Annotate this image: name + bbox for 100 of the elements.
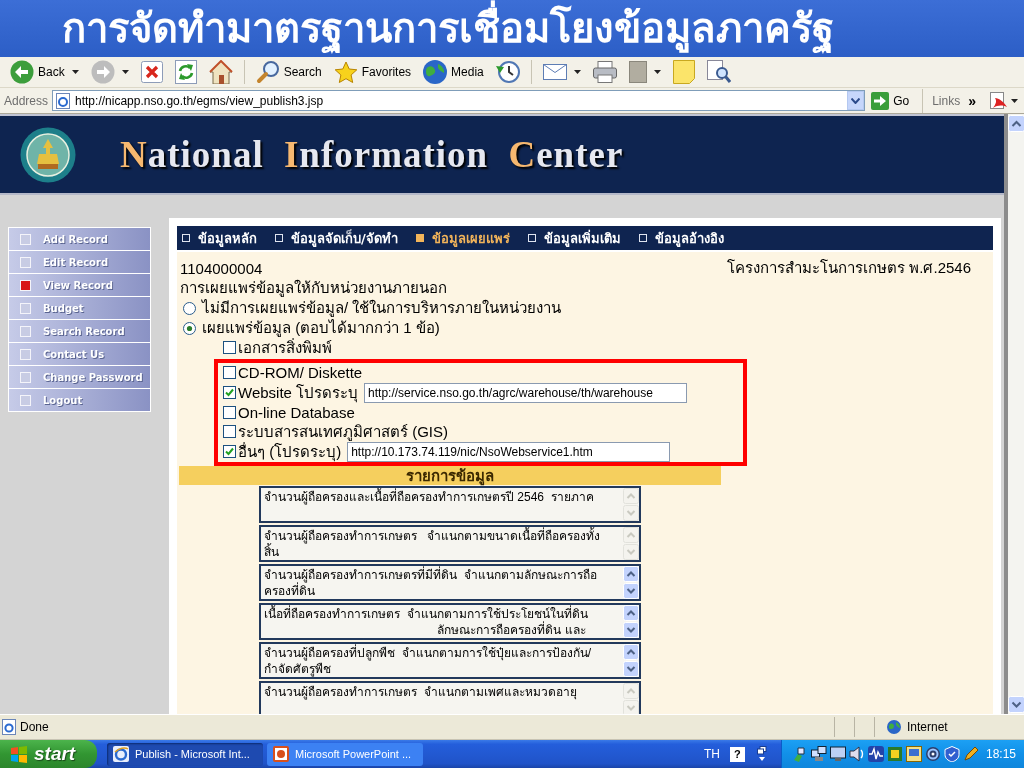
checkbox-label: CD-ROM/ Diskette (238, 364, 363, 381)
square-marker-icon (20, 394, 31, 406)
language-indicator[interactable]: TH (703, 747, 720, 761)
slide-title: การจัดทำมาตรฐานการเชื่อมโยงข้อมูลภาครัฐ (0, 0, 1024, 57)
status-text: Done (20, 720, 49, 734)
square-marker-icon (20, 371, 31, 383)
clock: 18:15 (985, 747, 1016, 761)
text-area-field[interactable]: จำนวนผู้ถือครองทำการเกษตร จำแนกตามเพศและหมวดอายุ (259, 681, 641, 714)
search-icon (255, 60, 280, 84)
checkbox[interactable] (223, 341, 236, 354)
tab[interactable]: ข้อมูลเผยแพร่ (415, 227, 510, 249)
note-icon (672, 60, 695, 84)
square-marker-icon (182, 234, 190, 242)
checkbox[interactable] (223, 386, 236, 399)
radio-label: เผยแพร่ข้อมูล (ตอบได้มากกว่า 1 ข้อ) (202, 318, 440, 338)
cross-icon (140, 61, 163, 83)
start-button[interactable]: start (0, 740, 97, 768)
refresh-icon (174, 60, 197, 84)
square-marker-icon (415, 234, 424, 242)
address-field[interactable]: http://nicapp.nso.go.th/egms/view_publish3.jsp (52, 90, 866, 111)
caret-icon (1011, 98, 1018, 103)
text-area-field[interactable]: จำนวนผู้ถือครองทำการเกษตรที่มีที่ดิน จำแนกตามลักษณะการถือ ครองที่ดิน (259, 564, 641, 601)
text-area-field[interactable]: จำนวนผู้ถือครองทำการเกษตร จำแนกตามขนาดเนื้อที่ถือครองทั้ง สิ้น (259, 525, 641, 562)
chevron-down-icon (851, 97, 861, 104)
ring-icon[interactable] (924, 746, 941, 762)
page-icon (55, 92, 72, 109)
square-marker-icon (20, 233, 31, 245)
pencil-icon[interactable] (962, 746, 979, 762)
taskbar-button[interactable]: Microsoft PowerPoint ... (267, 742, 423, 766)
list-heading-bar: รายการข้อมูล (179, 466, 721, 485)
magnifier-page-icon (706, 60, 731, 84)
printer-icon (592, 61, 617, 83)
question-label: การเผยแพร่ข้อมูลให้กับหน่วยงานภายนอก (180, 278, 447, 299)
page-icon (628, 61, 647, 83)
browser-icon (113, 746, 129, 762)
speaker-icon[interactable] (848, 746, 865, 762)
back-button[interactable]: Back (6, 58, 83, 86)
checkbox[interactable] (223, 406, 236, 419)
globe-icon (887, 720, 901, 734)
square-marker-icon (20, 325, 31, 337)
text-area-field[interactable]: จำนวนผู้ถือครองที่ปลูกพืช จำแนกตามการใช้ปุ๋ยและการป้องกัน/ กำจัดศัตรูพืช (259, 642, 641, 679)
globe-icon (423, 60, 448, 84)
security-zone-label: Internet (907, 720, 948, 734)
checkbox-label: อื่นๆ (โปรดระบุ) (238, 441, 342, 464)
seal-logo-icon (20, 126, 76, 183)
favorites-button[interactable]: Favorites (329, 58, 416, 86)
network-icon[interactable] (791, 746, 808, 762)
search-button[interactable]: Search (251, 58, 326, 86)
checkbox-label: On-line Database (238, 404, 355, 421)
window-icon[interactable] (905, 746, 922, 762)
checkbox-label: Website โปรดระบุ (238, 382, 359, 405)
computers-icon[interactable] (810, 746, 827, 762)
go-button[interactable]: Go (869, 91, 916, 110)
text-area-field[interactable]: เนื้อที่ถือครองทำการเกษตร จำแนกตามการใช้ประโยชน์ในที่ดิน ลักษณะการถือครองที่ดิน และ (259, 603, 641, 640)
checkbox-label: ระบบสารสนเทศภูมิศาสตร์ (GIS) (238, 421, 448, 442)
presentation-icon (273, 746, 289, 762)
monitor-icon[interactable] (829, 746, 846, 762)
document-icon (990, 91, 1008, 110)
chip-icon[interactable] (886, 746, 903, 762)
square-marker-icon (527, 234, 536, 242)
square-marker-icon (20, 348, 31, 360)
caret-icon (71, 70, 79, 74)
checkbox[interactable] (223, 366, 236, 379)
site-title: National Information Center (120, 133, 624, 176)
caret-icon (121, 70, 129, 74)
links-more-button[interactable]: » (964, 92, 980, 109)
caret-icon (573, 70, 581, 74)
house-icon (208, 60, 233, 84)
restore-icon[interactable] (756, 746, 767, 762)
radio-button[interactable] (183, 321, 196, 335)
dropdown-button[interactable] (847, 91, 865, 110)
caret-icon (653, 70, 661, 74)
square-marker-icon (275, 234, 283, 242)
media-button[interactable]: Media (419, 58, 488, 86)
address-label: Address (4, 93, 49, 108)
square-marker-icon (638, 234, 647, 242)
tab[interactable]: ข้อมูลจัดเก็บ/จัดทำ (275, 227, 398, 249)
checkbox[interactable] (223, 425, 236, 438)
clock-icon (495, 60, 520, 84)
links-label: Links (932, 93, 961, 108)
square-marker-icon (20, 302, 31, 314)
checkbox-label: เอกสารสิ่งพิมพ์ (238, 337, 332, 358)
square-marker-icon (20, 279, 31, 291)
tab[interactable]: ข้อมูลอ้างอิง (638, 227, 724, 249)
tab[interactable]: ข้อมูลหลัก (182, 227, 257, 249)
url-input-field[interactable]: http://service.nso.go.th/agrc/warehouse/th/warehouse (364, 382, 688, 403)
radio-button[interactable] (183, 301, 196, 315)
record-id: 1104000004 (180, 259, 263, 277)
square-marker-icon (20, 256, 31, 268)
flag-icon (10, 745, 28, 763)
wave-icon[interactable] (867, 746, 884, 762)
tab[interactable]: ข้อมูลเพิ่มเติม (527, 227, 621, 249)
checkbox[interactable] (223, 445, 236, 458)
taskbar-button[interactable]: Publish - Microsoft Int... (107, 742, 263, 766)
text-area-field[interactable]: จำนวนผู้ถือครองและเนื้อที่ถือครองทำการเกษตรปี 2546 รายภาค (259, 486, 641, 523)
radio-label: ไม่มีการเผยแพร่ข้อมูล/ ใช้ในการบริหารภายในหน่วยงาน (202, 298, 562, 319)
shield-icon[interactable] (943, 746, 960, 762)
url-input-field[interactable]: http://10.173.74.119/nic/NsoWebservice1.htm (347, 441, 671, 462)
star-icon (333, 60, 358, 84)
help-button[interactable]: ? (729, 746, 745, 762)
